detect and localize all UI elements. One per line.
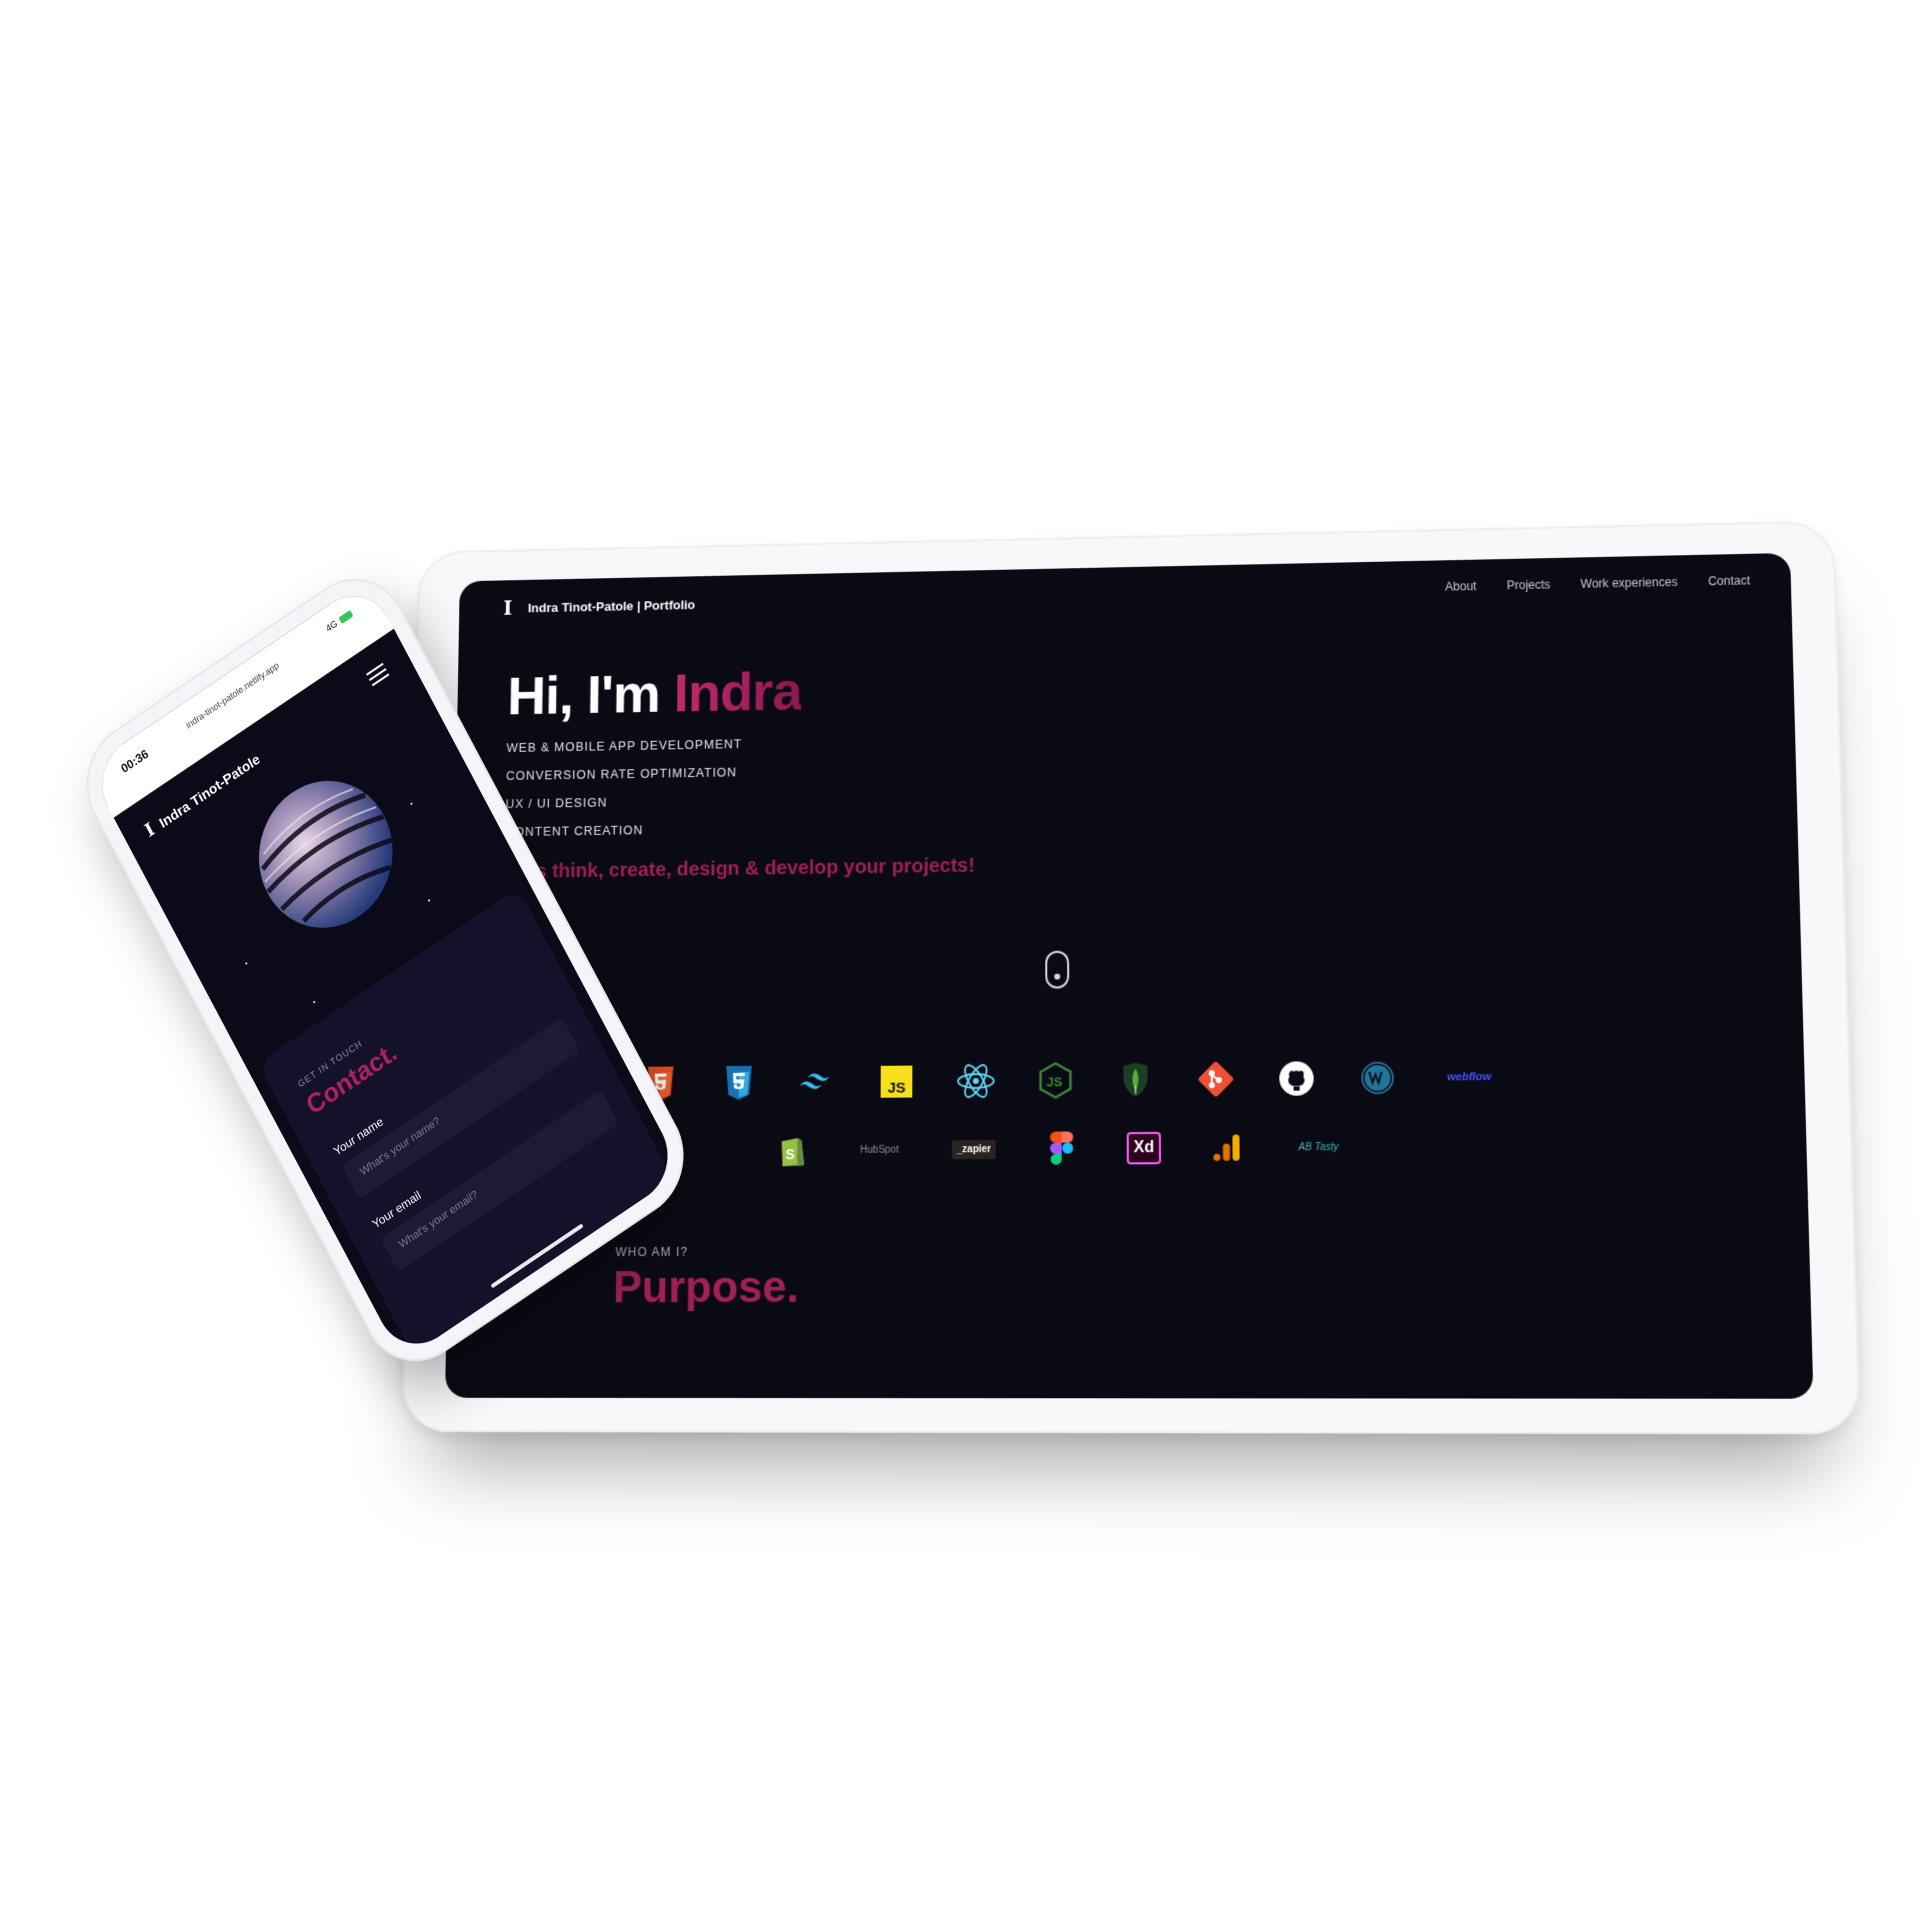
status-time: 00:36: [118, 746, 151, 777]
tech-stack-row-1: JS JS webflow: [641, 1057, 1500, 1104]
nav-link-projects[interactable]: Projects: [1507, 578, 1551, 593]
zapier-icon: _zapier: [948, 1129, 1000, 1169]
nav-link-about[interactable]: About: [1445, 579, 1477, 593]
google-analytics-icon: [1206, 1127, 1247, 1168]
hero-title: Hi, I'm Indra: [507, 659, 802, 727]
star-decoration: [312, 1000, 316, 1004]
zapier-label: _zapier: [951, 1139, 996, 1159]
svg-text:JS: JS: [1046, 1074, 1062, 1089]
hubspot-label: HubSpot: [860, 1144, 899, 1156]
tablet-screen: I Indra Tinot-Patole | Portfolio About P…: [445, 552, 1814, 1399]
signal-label: 4G: [324, 618, 339, 634]
tailwind-icon: [798, 1062, 838, 1102]
address-bar[interactable]: indra-tinot-patole.netlify.app: [184, 660, 280, 731]
nav-link-work-experiences[interactable]: Work experiences: [1580, 575, 1677, 591]
service-item: CONVERSION RATE OPTIMIZATION: [505, 765, 737, 783]
webflow-label: webflow: [1446, 1070, 1492, 1084]
tablet-device: I Indra Tinot-Patole | Portfolio About P…: [401, 520, 1861, 1435]
figma-icon: [1042, 1128, 1082, 1168]
star-decoration: [427, 898, 431, 902]
svg-text:JS: JS: [888, 1080, 906, 1096]
top-navbar: I Indra Tinot-Patole | Portfolio About P…: [497, 572, 1751, 627]
hero-greeting: Hi, I'm: [506, 662, 661, 726]
tech-stack-row-2: S HubSpot _zapier Xd AB Tasty: [772, 1127, 1349, 1171]
git-icon: [1196, 1059, 1237, 1100]
hubspot-icon: HubSpot: [853, 1130, 907, 1170]
signal-indicator: 4G: [324, 608, 354, 634]
service-item: WEB & MOBILE APP DEVELOPMENT: [506, 737, 743, 755]
logo-mark-icon: I: [141, 818, 159, 842]
hamburger-menu-icon[interactable]: [366, 662, 391, 690]
adobe-xd-icon: Xd: [1124, 1128, 1164, 1169]
services-list: WEB & MOBILE APP DEVELOPMENT CONVERSION …: [505, 737, 742, 853]
battery-icon: [338, 610, 354, 625]
scroll-down-indicator[interactable]: [1045, 950, 1070, 989]
mongodb-icon: [1115, 1060, 1155, 1100]
section-eyebrow: WHO AM I?: [615, 1244, 689, 1260]
svg-text:S: S: [785, 1147, 794, 1162]
nodejs-icon: JS: [1036, 1060, 1076, 1100]
hero-tagline: Let's think, create, design & develop yo…: [502, 854, 975, 883]
site-logo-link[interactable]: I Indra Tinot-Patole | Portfolio: [497, 594, 695, 619]
javascript-icon: JS: [877, 1062, 917, 1102]
service-item: CONTENT CREATION: [505, 823, 644, 840]
service-item: UX / UI DESIGN: [505, 795, 608, 811]
nav-link-contact[interactable]: Contact: [1708, 574, 1750, 589]
hero-name: Indra: [673, 659, 802, 724]
github-icon: [1276, 1058, 1317, 1099]
abtasty-icon: AB Tasty: [1289, 1127, 1348, 1168]
nav-links: About Projects Work experiences Contact: [1445, 574, 1750, 594]
site-brand: Indra Tinot-Patole | Portfolio: [527, 596, 696, 615]
section-title: Purpose.: [612, 1262, 799, 1313]
css3-icon: [719, 1063, 759, 1103]
star-decoration: [410, 802, 413, 806]
shopify-icon: S: [772, 1130, 812, 1170]
adobe-xd-label: Xd: [1133, 1139, 1155, 1157]
star-decoration: [245, 961, 248, 965]
abtasty-label: AB Tasty: [1298, 1141, 1339, 1153]
logo-mark-icon: I: [503, 596, 513, 620]
react-icon: [956, 1061, 996, 1101]
wordpress-icon: [1357, 1058, 1398, 1099]
webflow-icon: webflow: [1438, 1057, 1500, 1098]
